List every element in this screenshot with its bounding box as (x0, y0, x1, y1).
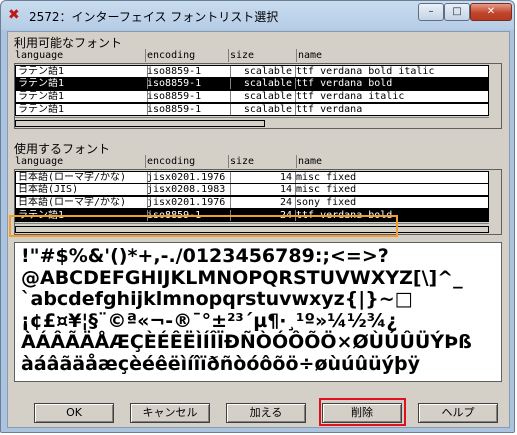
selection-highlight-box (9, 215, 398, 237)
close-button[interactable]: ✕ (470, 3, 512, 21)
used-font-cell-size: 14 (279, 184, 292, 195)
preview-line: `abcdefghijklmnopqrstuvwxyz{|}~□ (21, 288, 413, 310)
used-font-cell-encoding: jisx0201.1976- (147, 197, 227, 208)
used-font-cell-size: 24 (279, 197, 292, 208)
available-font-cell-name: ttf verdana italic (296, 91, 405, 102)
col-name[interactable]: name (296, 49, 322, 62)
available-font-row[interactable]: ラテン語1 iso8859-1 scalable ttf verdana bold (15, 77, 489, 90)
available-font-cell-language: ラテン語1 (18, 104, 65, 115)
available-font-cell-encoding: iso8859-1 (147, 91, 202, 102)
preview-line: àáâãäåæçèéêëìíîïðñòóôõö÷øùúûüýþÿ (21, 352, 420, 375)
used-header: language encoding size name (14, 155, 494, 168)
used-font-cell-name: sony fixed (296, 197, 357, 208)
title-bar[interactable]: ✖ 2572：インターフェイス フォントリスト選択 – □ ✕ (1, 1, 514, 31)
available-font-cell-size: scalable (243, 78, 292, 89)
used-font-row[interactable]: 日本語(JIS) jisx0208.1983- 14 misc fixed (15, 183, 489, 196)
help-button[interactable]: ヘルプ (418, 403, 498, 423)
available-font-cell-name: ttf verdana bold (296, 78, 393, 89)
maximize-button[interactable]: □ (444, 3, 470, 21)
available-font-cell-language: ラテン語1 (18, 78, 65, 89)
minimize-button[interactable]: – (418, 3, 444, 21)
available-font-row[interactable]: ラテン語1 iso8859-1 scalable ttf verdana italic (15, 90, 489, 103)
used-font-cell-encoding: jisx0208.1983- (147, 184, 227, 195)
delete-highlight-box (319, 398, 406, 426)
used-vscroll[interactable] (489, 170, 501, 234)
col-name[interactable]: name (296, 155, 322, 168)
window-title: 2572：インターフェイス フォントリスト選択 (29, 10, 279, 24)
available-font-cell-language: ラテン語1 (18, 91, 65, 102)
app-icon: ✖ (8, 7, 20, 23)
available-font-cell-size: scalable (243, 91, 292, 102)
preview-line: @ABCDEFGHIJKLMNOPQRSTUVWXYZ[\]^_ (21, 266, 463, 289)
used-font-cell-language: 日本語(JIS) (18, 184, 79, 195)
available-font-cell-size: scalable (243, 104, 292, 115)
available-font-row[interactable]: ラテン語1 iso8859-1 scalable ttf verdana (15, 103, 489, 116)
add-button[interactable]: 加える (226, 403, 306, 423)
available-fonts-list[interactable]: ラテン語1 iso8859-1 scalable ttf verdana bold i… (14, 63, 502, 129)
available-font-cell-encoding: iso8859-1 (147, 104, 202, 115)
available-vscroll[interactable] (489, 64, 501, 128)
preview-line: !"#$%&'()*+,-./0123456789:;<=>? (21, 245, 389, 267)
used-font-cell-name: misc fixed (296, 184, 357, 195)
available-font-cell-name: ttf verdana (296, 104, 363, 115)
preview-line: ÀÁÂÃÄÅÆÇÈÉÊËÌÍÎÏÐÑÒÓÔÕÖ×ØÙÚÛÜÝÞß (21, 331, 472, 353)
col-size[interactable]: size (228, 49, 254, 62)
col-encoding[interactable]: encoding (145, 155, 195, 168)
available-header: language encoding size name (14, 49, 494, 62)
col-language[interactable]: language (14, 49, 63, 62)
preview-line: ¡¢£¤¥¦§¨©ª«¬-®¯°±²³´µ¶·¸¹º»¼½¾¿ (21, 309, 398, 332)
used-font-cell-language: 日本語(ローマ字/かな) (18, 197, 127, 208)
dialog-body: 利用可能なフォント language encoding size name ラテ… (7, 31, 510, 428)
col-language[interactable]: language (14, 155, 63, 168)
ok-button[interactable]: OK (34, 403, 114, 423)
used-font-row[interactable]: 日本語(ローマ字/かな) jisx0201.1976- 24 sony fixed (15, 196, 489, 209)
col-encoding[interactable]: encoding (145, 49, 195, 62)
col-size[interactable]: size (228, 155, 254, 168)
available-font-cell-encoding: iso8859-1 (147, 78, 202, 89)
cancel-button[interactable]: キャンセル (130, 403, 210, 423)
available-hscroll[interactable] (15, 117, 489, 128)
font-preview: !"#$%&'()*+,-./0123456789:;<=>? @ABCDEFG… (14, 242, 502, 382)
font-list-dialog: ✖ 2572：インターフェイス フォントリスト選択 – □ ✕ 利用可能なフォン… (0, 0, 515, 433)
